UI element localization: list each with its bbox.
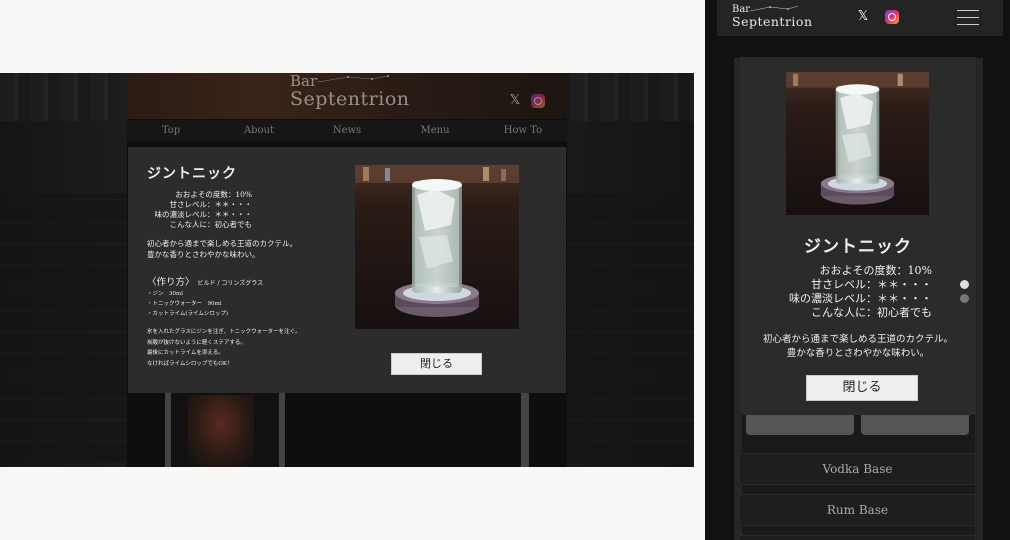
instagram-icon[interactable]: [531, 94, 545, 108]
nav-item-howto[interactable]: How To: [479, 120, 567, 141]
steps-list: 氷を入れたグラスにジンを注ぎ、トニックウォーターを注ぐ。 炭酸が抜けないように軽…: [147, 327, 301, 369]
description-line: 初心者から通まで楽しめる王道のカクテル。: [762, 334, 953, 345]
social-links: 𝕏: [508, 94, 545, 108]
constellation-icon: [749, 5, 799, 12]
nav-item-top[interactable]: Top: [127, 120, 215, 141]
scroll-dots: [960, 280, 969, 308]
social-links: 𝕏: [856, 10, 899, 24]
menu-card-edge: [521, 391, 529, 467]
description-line: 豊かな香りとさわやかな味わい。: [786, 348, 930, 359]
nav-item-about[interactable]: About: [215, 120, 303, 141]
desktop-view: Bar Septentrion 𝕏 Top About News Menu Ho…: [0, 73, 694, 467]
x-icon[interactable]: 𝕏: [856, 10, 870, 24]
stat-richness: 味の濃淡レベル：＊＊・・・: [154, 210, 253, 219]
cocktail-description: 初心者から通まで楽しめる王道のカクテル。 豊かな香りとさわやかな味わい。: [740, 333, 976, 361]
x-icon[interactable]: 𝕏: [508, 94, 522, 108]
mobile-logo[interactable]: Bar Septentrion: [732, 5, 813, 29]
stat-audience: こんな人に：初心者でも: [811, 306, 932, 319]
ingredients-list: ・ジン 30ml ・トニックウォーター 90ml ・カットライム(ライムシロップ…: [147, 289, 228, 319]
stat-sweetness: 甘さレベル：＊＊・・・: [169, 200, 253, 209]
step-item: 最後にカットライムを添える。: [147, 350, 224, 356]
step-item: 炭酸が抜けないように軽くステアする。: [147, 339, 246, 346]
cocktail-stats: おおよその度数：10% 甘さレベル：＊＊・・・ 味の濃淡レベル：＊＊・・・ こん…: [740, 264, 932, 320]
category-next[interactable]: [739, 535, 976, 540]
close-button[interactable]: 閉じる: [806, 375, 918, 401]
screenshot-root: Bar Septentrion 𝕏 Top About News Menu Ho…: [0, 0, 1010, 540]
stat-abv: おおよその度数：10%: [175, 190, 252, 199]
howto-heading: 〈作り方〉 ビルド / コリンズグラス: [147, 274, 263, 288]
close-button[interactable]: 閉じる: [391, 353, 482, 375]
nav-item-news[interactable]: News: [303, 120, 391, 141]
stat-abv: おおよその度数：10%: [819, 264, 932, 277]
category-vodka-base[interactable]: Vodka Base: [739, 453, 976, 485]
stat-audience: こんな人に：初心者でも: [169, 220, 253, 229]
cocktail-photo: [786, 72, 929, 215]
main-nav: Top About News Menu How To: [127, 120, 567, 141]
cocktail-title: ジントニック: [804, 237, 912, 257]
howto-subtitle: ビルド / コリンズグラス: [197, 280, 264, 287]
cocktail-modal-mobile: ジントニック おおよその度数：10% 甘さレベル：＊＊・・・ 味の濃淡レベル：＊…: [740, 57, 976, 415]
ingredient-item: ・トニックウォーター 90ml: [147, 301, 222, 307]
mobile-header: Bar Septentrion 𝕏: [717, 0, 1003, 36]
description-line: 豊かな香りとさわやかな味わい。: [147, 250, 260, 259]
stat-richness: 味の濃淡レベル：＊＊・・・: [789, 292, 932, 305]
step-item: 氷を入れたグラスにジンを注ぎ、トニックウォーターを注ぐ。: [147, 329, 301, 335]
scroll-dot[interactable]: [960, 294, 969, 303]
ingredient-item: ・カットライム(ライムシロップ): [147, 311, 229, 317]
cocktail-photo: [355, 165, 519, 329]
menu-card-thumbnail: [188, 395, 254, 467]
cocktail-title: ジントニック: [147, 166, 237, 182]
step-item: なければライムシロップでもOK！: [147, 360, 233, 367]
ingredient-item: ・ジン 30ml: [147, 291, 183, 297]
hamburger-menu-icon[interactable]: [957, 10, 979, 25]
menu-card-behind: [165, 391, 285, 467]
cocktail-description: 初心者から通まで楽しめる王道のカクテル。 豊かな香りとさわやかな味わい。: [147, 238, 297, 260]
mobile-view: Bar Septentrion 𝕏 Vodka Base Rum Base ジン…: [705, 0, 1010, 540]
scroll-dot-active[interactable]: [960, 280, 969, 289]
cocktail-stats: おおよその度数：10% 甘さレベル：＊＊・・・ 味の濃淡レベル：＊＊・・・ こん…: [128, 190, 253, 230]
cocktail-modal: ジントニック おおよその度数：10% 甘さレベル：＊＊・・・ 味の濃淡レベル：＊…: [128, 147, 566, 393]
category-rum-base[interactable]: Rum Base: [739, 494, 976, 526]
stat-sweetness: 甘さレベル：＊＊・・・: [811, 278, 932, 291]
site-logo[interactable]: Bar Septentrion: [290, 74, 410, 110]
description-line: 初心者から通まで楽しめる王道のカクテル。: [147, 239, 297, 248]
instagram-icon[interactable]: [885, 10, 899, 24]
howto-title: 〈作り方〉: [147, 277, 195, 288]
nav-item-menu[interactable]: Menu: [391, 120, 479, 141]
constellation-icon: [317, 75, 389, 83]
